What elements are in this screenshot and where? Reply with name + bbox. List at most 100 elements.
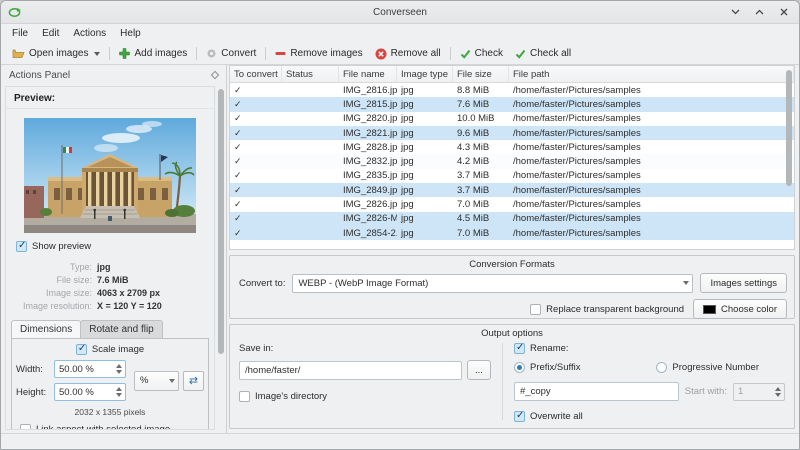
minimize-button[interactable] [730, 7, 741, 18]
show-preview-checkbox[interactable]: Show preview [16, 240, 214, 252]
add-images-button[interactable]: Add images [113, 46, 193, 61]
maximize-button[interactable] [754, 7, 765, 18]
table-row[interactable]: ✓ IMG_2835.jpg jpg 3.7 MiB /home/faster/… [230, 169, 794, 183]
color-swatch-icon [703, 304, 717, 314]
row-file-size: 7.0 MiB [457, 227, 490, 239]
col-image-type[interactable]: Image type [397, 66, 453, 82]
table-row[interactable]: ✓ IMG_2815.jpg jpg 7.6 MiB /home/faster/… [230, 97, 794, 112]
menu-actions[interactable]: Actions [66, 26, 113, 41]
toolbar-separator [449, 47, 451, 60]
table-row[interactable]: ✓ IMG_2849.jpg jpg 3.7 MiB /home/faster/… [230, 183, 794, 198]
float-panel-icon[interactable] [210, 70, 220, 80]
tab-rotate-and-flip[interactable]: Rotate and flip [80, 320, 163, 338]
row-check-icon[interactable]: ✓ [230, 228, 282, 239]
row-check-icon[interactable]: ✓ [230, 142, 282, 153]
row-check-icon[interactable]: ✓ [230, 113, 282, 124]
row-file-size: 9.6 MiB [457, 127, 490, 139]
convert-to-label: Convert to: [239, 277, 286, 289]
row-image-type: jpg [401, 98, 414, 110]
output-options-group: Output options Save in: /home/faster/ ..… [229, 324, 795, 429]
check-button[interactable]: Check [454, 46, 509, 61]
menubar: File Edit Actions Help [1, 24, 799, 43]
table-row[interactable]: ✓ IMG_2826.jpg jpg 7.0 MiB /home/faster/… [230, 197, 794, 211]
table-row[interactable]: ✓ IMG_2826-M... jpg 4.5 MiB /home/faster… [230, 211, 794, 226]
height-spinbox[interactable]: 50.00 % [54, 383, 126, 401]
table-row[interactable]: ✓ IMG_2816.jpg jpg 8.8 MiB /home/faster/… [230, 83, 794, 97]
info-type-value: jpg [97, 262, 111, 272]
row-check-icon[interactable]: ✓ [230, 185, 282, 196]
table-row[interactable]: ✓ IMG_2854-2.j... jpg 7.0 MiB /home/fast… [230, 225, 794, 241]
table-row[interactable]: ✓ IMG_2821.jpg jpg 9.6 MiB /home/faster/… [230, 125, 794, 141]
browse-button[interactable]: ... [467, 360, 491, 380]
choose-color-button[interactable]: Choose color [693, 299, 787, 319]
remove-images-button[interactable]: Remove images [269, 46, 368, 61]
row-check-icon[interactable]: ✓ [230, 199, 282, 210]
height-label: Height: [16, 386, 47, 398]
progressive-number-radio[interactable]: Progressive Number [656, 362, 759, 373]
row-image-type: jpg [401, 227, 414, 239]
scrollbar-thumb[interactable] [218, 89, 224, 354]
overwrite-all-checkbox[interactable]: Overwrite all [514, 410, 785, 422]
row-file-name: IMG_2832.jpg [343, 156, 397, 168]
open-images-button[interactable]: Open images [6, 46, 106, 61]
titlebar[interactable]: Converseen [1, 1, 799, 24]
prefix-suffix-radio[interactable]: Prefix/Suffix [514, 362, 581, 373]
row-check-icon[interactable]: ✓ [230, 170, 282, 181]
actions-panel-titlebar[interactable]: Actions Panel [1, 65, 226, 85]
row-check-icon[interactable]: ✓ [230, 156, 282, 167]
images-directory-checkbox[interactable]: Image's directory [239, 391, 491, 402]
table-scrollbar[interactable] [786, 68, 792, 247]
unit-select[interactable]: % [134, 370, 179, 391]
width-spinbox[interactable]: 50.00 % [54, 360, 126, 378]
row-file-name: IMG_2828.jpg [343, 141, 397, 153]
row-check-icon[interactable]: ✓ [230, 128, 282, 139]
actions-panel: Actions Panel Preview: ✓ Show preview Ty… [1, 65, 227, 433]
row-file-path: /home/faster/Pictures/samples [513, 227, 641, 239]
check-all-button[interactable]: Check all [509, 46, 577, 61]
pixels-summary: 2032 x 1355 pixels [74, 407, 146, 417]
col-status[interactable]: Status [282, 66, 339, 82]
scrollbar-thumb[interactable] [786, 70, 792, 186]
table-row[interactable]: ✓ IMG_2828.jpg jpg 4.3 MiB /home/faster/… [230, 140, 794, 154]
row-file-size: 3.7 MiB [457, 184, 490, 196]
convert-button[interactable]: Convert [200, 46, 262, 61]
remove-all-button[interactable]: Remove all [369, 46, 447, 62]
swap-dimensions-button[interactable]: ⇄ [182, 370, 204, 391]
panel-scrollbar[interactable] [218, 87, 224, 429]
convert-to-select[interactable]: WEBP - (WebP Image Format) [292, 273, 694, 293]
info-resolution-label: Image resolution: [22, 301, 92, 311]
save-in-input[interactable]: /home/faster/ [239, 360, 462, 380]
rename-pattern-input[interactable]: #_copy [514, 382, 679, 401]
spin-arrows-icon [775, 384, 781, 400]
menu-edit[interactable]: Edit [35, 26, 66, 41]
row-check-icon[interactable]: ✓ [230, 85, 282, 96]
status-bar [1, 433, 799, 449]
col-to-convert[interactable]: To convert [230, 66, 282, 82]
row-check-icon[interactable]: ✓ [230, 99, 282, 110]
col-file-name[interactable]: File name [339, 66, 397, 82]
col-file-size[interactable]: File size [453, 66, 509, 82]
menu-help[interactable]: Help [113, 26, 148, 41]
menu-file[interactable]: File [5, 26, 35, 41]
file-table: To convert Status File name Image type F… [229, 65, 795, 250]
replace-transparent-checkbox[interactable]: Replace transparent background [530, 303, 684, 315]
scale-image-checkbox[interactable]: Scale image [75, 343, 144, 355]
row-check-icon[interactable]: ✓ [230, 213, 282, 224]
row-file-path: /home/faster/Pictures/samples [513, 98, 641, 110]
close-button[interactable] [778, 7, 789, 18]
table-row[interactable]: ✓ IMG_2832.jpg jpg 4.2 MiB /home/faster/… [230, 154, 794, 169]
start-with-spinbox[interactable]: 1 [733, 382, 785, 401]
col-file-path[interactable]: File path [509, 66, 794, 82]
spin-arrows-icon[interactable] [116, 384, 122, 400]
images-settings-button[interactable]: Images settings [700, 273, 787, 293]
tab-dimensions[interactable]: Dimensions [11, 320, 82, 338]
checkbox-box [514, 342, 525, 354]
table-row[interactable]: ✓ IMG_2820.jpg jpg 10.0 MiB /home/faster… [230, 112, 794, 126]
link-aspect-checkbox[interactable]: Link aspect with selected image [20, 424, 204, 429]
row-file-size: 7.0 MiB [457, 199, 490, 211]
row-file-size: 4.2 MiB [457, 156, 490, 168]
row-image-type: jpg [401, 213, 414, 225]
rename-checkbox[interactable]: Rename: [514, 342, 785, 354]
gear-icon [207, 49, 216, 58]
spin-arrows-icon[interactable] [116, 361, 122, 377]
